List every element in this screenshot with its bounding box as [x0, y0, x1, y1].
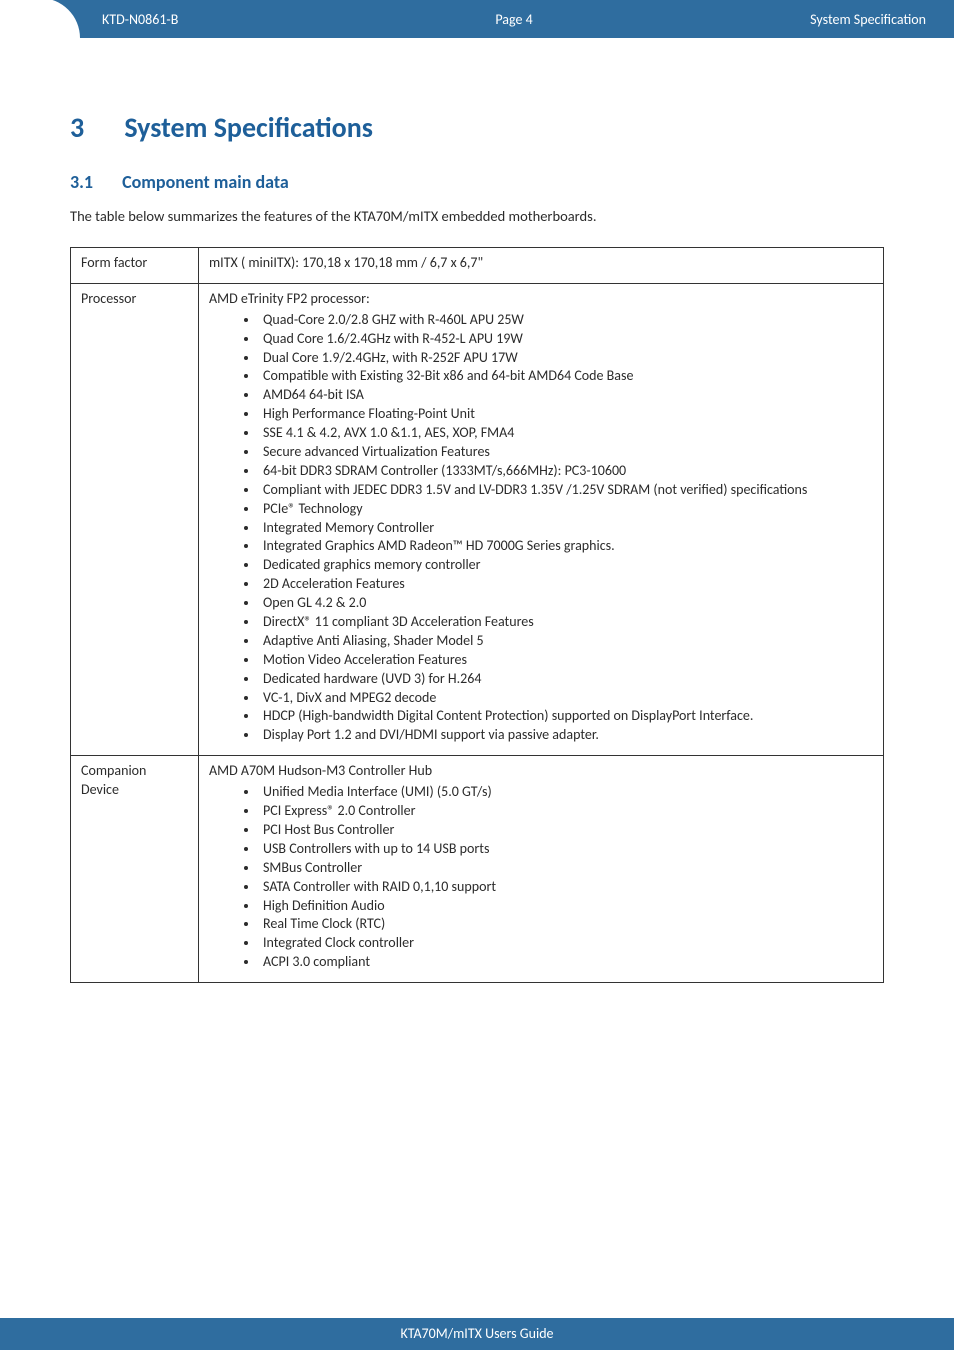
list-item: SATA Controller with RAID 0,1,10 support — [259, 878, 873, 897]
header-doc-id: KTD-N0861-B — [80, 11, 377, 28]
subsection-number: 3.1 — [70, 171, 118, 193]
list-item: High Definition Audio — [259, 897, 873, 916]
table-row: Form factor mITX ( miniITX): 170,18 x 17… — [71, 248, 884, 284]
header-bar: KTD-N0861-B Page 4 System Specification — [0, 0, 954, 38]
processor-lead: AMD eTrinity FP2 processor: — [209, 290, 873, 309]
footer-bar: KTA70M/mITX Users Guide — [0, 1318, 954, 1350]
section-title: System Specifications — [124, 110, 373, 145]
header-page: Page 4 — [377, 11, 652, 28]
list-item: Compliant with JEDEC DDR3 1.5V and LV-DD… — [259, 481, 873, 500]
processor-cell: AMD eTrinity FP2 processor: Quad-Core 2.… — [199, 283, 884, 755]
list-item: High Performance Floating-Point Unit — [259, 405, 873, 424]
spec-table: Form factor mITX ( miniITX): 170,18 x 17… — [70, 247, 884, 983]
processor-label: Processor — [71, 283, 199, 755]
intro-text: The table below summarizes the features … — [70, 207, 884, 225]
header-section: System Specification — [651, 11, 954, 28]
list-item: Secure advanced Virtualization Features — [259, 443, 873, 462]
table-row: Processor AMD eTrinity FP2 processor: Qu… — [71, 283, 884, 755]
table-row: Companion Device AMD A70M Hudson-M3 Cont… — [71, 756, 884, 983]
subsection-heading: 3.1 Component main data — [70, 171, 884, 193]
list-item: Integrated Memory Controller — [259, 519, 873, 538]
list-item: AMD64 64-bit ISA — [259, 386, 873, 405]
companion-cell: AMD A70M Hudson-M3 Controller Hub Unifie… — [199, 756, 884, 983]
companion-label-line1: Companion — [81, 762, 146, 779]
list-item: Open GL 4.2 & 2.0 — [259, 594, 873, 613]
companion-lead: AMD A70M Hudson-M3 Controller Hub — [209, 762, 873, 781]
processor-list: Quad-Core 2.0/2.8 GHZ with R-460L APU 25… — [209, 311, 873, 745]
list-item: PCI Host Bus Controller — [259, 821, 873, 840]
list-item: HDCP (High-bandwidth Digital Content Pro… — [259, 707, 873, 726]
companion-label: Companion Device — [71, 756, 199, 983]
list-item: Real Time Clock (RTC) — [259, 915, 873, 934]
list-item: Motion Video Acceleration Features — [259, 651, 873, 670]
list-item: 64-bit DDR3 SDRAM Controller (1333MT/s,6… — [259, 462, 873, 481]
list-item: Unified Media Interface (UMI) (5.0 GT/s) — [259, 783, 873, 802]
list-item: PCI Express® 2.0 Controller — [259, 802, 873, 821]
page-body: 3 System Specifications 3.1 Component ma… — [0, 38, 954, 1312]
list-item: Quad-Core 2.0/2.8 GHZ with R-460L APU 25… — [259, 311, 873, 330]
list-item: Quad Core 1.6/2.4GHz with R-452-L APU 19… — [259, 330, 873, 349]
list-item: 2D Acceleration Features — [259, 575, 873, 594]
list-item: ACPI 3.0 compliant — [259, 953, 873, 972]
list-item: Integrated Clock controller — [259, 934, 873, 953]
list-item: USB Controllers with up to 14 USB ports — [259, 840, 873, 859]
form-factor-label: Form factor — [71, 248, 199, 284]
companion-list: Unified Media Interface (UMI) (5.0 GT/s)… — [209, 783, 873, 972]
list-item: PCIe® Technology — [259, 500, 873, 519]
list-item: Dedicated hardware (UVD 3) for H.264 — [259, 670, 873, 689]
subsection-title: Component main data — [122, 171, 289, 193]
list-item: Integrated Graphics AMD Radeon™ HD 7000G… — [259, 537, 873, 556]
list-item: Dual Core 1.9/2.4GHz, with R-252F APU 17… — [259, 349, 873, 368]
form-factor-value: mITX ( miniITX): 170,18 x 170,18 mm / 6,… — [199, 248, 884, 284]
section-number: 3 — [70, 110, 118, 145]
list-item: DirectX® 11 compliant 3D Acceleration Fe… — [259, 613, 873, 632]
header-curve — [0, 0, 80, 38]
footer-text: KTA70M/mITX Users Guide — [400, 1325, 553, 1342]
list-item: VC-1, DivX and MPEG2 decode — [259, 689, 873, 708]
list-item: Display Port 1.2 and DVI/HDMI support vi… — [259, 726, 873, 745]
list-item: Compatible with Existing 32-Bit x86 and … — [259, 367, 873, 386]
companion-label-line2: Device — [81, 781, 119, 798]
list-item: Dedicated graphics memory controller — [259, 556, 873, 575]
list-item: SMBus Controller — [259, 859, 873, 878]
list-item: Adaptive Anti Aliasing, Shader Model 5 — [259, 632, 873, 651]
section-heading: 3 System Specifications — [70, 110, 884, 145]
list-item: SSE 4.1 & 4.2, AVX 1.0 &1.1, AES, XOP, F… — [259, 424, 873, 443]
